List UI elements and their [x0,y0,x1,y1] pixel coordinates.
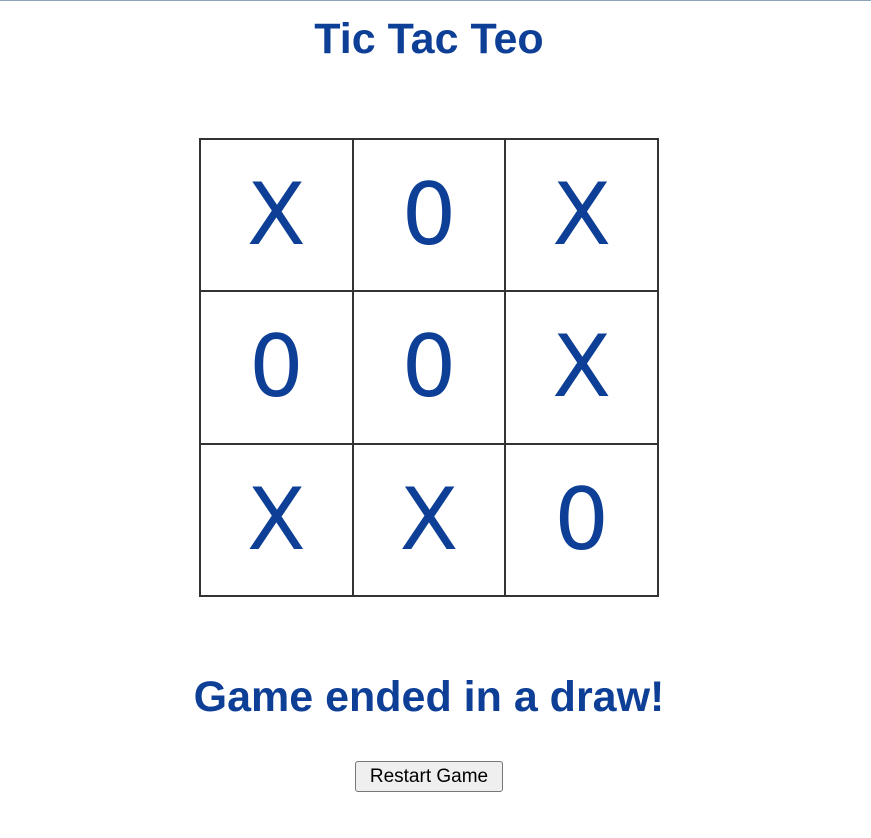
game-status-message: Game ended in a draw! [193,673,665,721]
board-cell-3[interactable]: X [505,139,658,292]
top-divider [0,0,871,1]
board-cell-8[interactable]: X [352,443,506,596]
board-cell-5[interactable]: 0 [352,291,506,444]
board-cell-4[interactable]: 0 [200,291,353,444]
game-board: X 0 X 0 0 X X X 0 [199,138,659,597]
board-cell-1[interactable]: X [200,139,353,292]
board-cell-6[interactable]: X [505,291,658,444]
restart-game-button[interactable]: Restart Game [355,761,503,792]
page-title: Tic Tac Teo [314,15,544,63]
board-cell-9[interactable]: 0 [505,443,658,596]
board-cell-7[interactable]: X [200,443,353,596]
board-cell-2[interactable]: 0 [352,139,506,292]
